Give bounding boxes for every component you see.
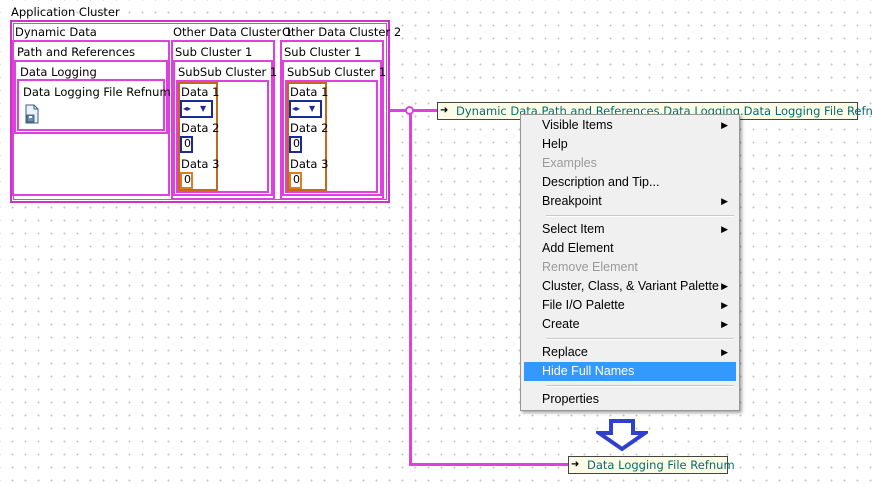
menu-item-breakpoint[interactable]: Breakpoint ▶ — [524, 192, 736, 211]
other-data-cluster-1-label: Other Data Cluster 1 — [173, 25, 293, 39]
other-data-cluster-2-label: Other Data Cluster 2 — [282, 25, 402, 39]
submenu-arrow-icon: ▶ — [721, 347, 728, 357]
sub-cluster-1-label-a: Sub Cluster 1 — [175, 45, 253, 59]
menu-item-label: Cluster, Class, & Variant Palette — [542, 279, 719, 293]
menu-item-label: Replace — [542, 345, 588, 359]
menu-item-hide-full-names[interactable]: Hide Full Names — [524, 362, 736, 381]
menu-item-help[interactable]: Help — [524, 135, 736, 154]
menu-item-examples: Examples — [524, 154, 736, 173]
right-arrow-icon: ➜ — [571, 459, 580, 470]
path-and-references-label: Path and References — [17, 45, 136, 59]
data-logging-file-refnum-label: Data Logging File Refnum — [23, 85, 171, 99]
menu-separator — [546, 215, 734, 217]
menu-item-label: File I/O Palette — [542, 298, 625, 312]
menu-item-label: Description and Tip... — [542, 175, 660, 189]
increment-decrement-icon: ◂▸ — [183, 104, 192, 113]
dropdown-arrow-icon: ▼ — [200, 104, 207, 113]
menu-item-create[interactable]: Create ▶ — [524, 315, 736, 334]
wire-junction-dot — [405, 106, 414, 115]
data-1-label-a: Data 1 — [181, 85, 220, 99]
submenu-arrow-icon: ▶ — [721, 120, 728, 130]
increment-decrement-icon: ◂▸ — [292, 104, 301, 113]
menu-item-remove-element: Remove Element — [524, 258, 736, 277]
submenu-arrow-icon: ▶ — [721, 319, 728, 329]
menu-item-select-item[interactable]: Select Item ▶ — [524, 220, 736, 239]
menu-item-label: Add Element — [542, 241, 614, 255]
data-1-label-b: Data 1 — [290, 85, 329, 99]
data-3-numeric-a[interactable]: 0 — [180, 172, 193, 189]
cluster-wire-top[interactable] — [390, 109, 438, 112]
menu-item-visible-items[interactable]: Visible Items ▶ — [524, 116, 736, 135]
app-cluster-title: Application Cluster — [11, 5, 120, 19]
menu-item-label: Create — [542, 317, 580, 331]
menu-item-add-element[interactable]: Add Element — [524, 239, 736, 258]
unbundle-by-name-short[interactable]: ➜ Data Logging File Refnum — [568, 456, 735, 474]
unbundle-short-label: Data Logging File Refnum — [587, 458, 735, 472]
right-arrow-icon: ➜ — [440, 105, 449, 116]
menu-item-label: Hide Full Names — [542, 364, 635, 378]
dynamic-data-label: Dynamic Data — [15, 25, 97, 39]
menu-item-label: Remove Element — [542, 260, 638, 274]
menu-item-file-io-palette[interactable]: File I/O Palette ▶ — [524, 296, 736, 315]
file-refnum-icon[interactable] — [24, 104, 40, 124]
menu-separator — [546, 338, 734, 340]
submenu-arrow-icon: ▶ — [721, 196, 728, 206]
sub-cluster-1-label-b: Sub Cluster 1 — [284, 45, 362, 59]
data-1-enum-b[interactable]: ◂▸ ▼ — [289, 100, 322, 118]
menu-item-label: Visible Items — [542, 118, 613, 132]
menu-item-properties[interactable]: Properties — [524, 390, 736, 409]
menu-item-cluster-class-variant-palette[interactable]: Cluster, Class, & Variant Palette ▶ — [524, 277, 736, 296]
menu-item-label: Help — [542, 137, 568, 151]
menu-separator — [546, 385, 734, 387]
menu-item-replace[interactable]: Replace ▶ — [524, 343, 736, 362]
cluster-wire-vertical[interactable] — [409, 109, 412, 466]
submenu-arrow-icon: ▶ — [721, 300, 728, 310]
data-3-label-b: Data 3 — [290, 157, 329, 171]
data-2-label-a: Data 2 — [181, 121, 220, 135]
cluster-wire-bottom[interactable] — [409, 463, 569, 466]
menu-item-label: Examples — [542, 156, 597, 170]
dropdown-arrow-icon: ▼ — [309, 104, 316, 113]
data-logging-label: Data Logging — [20, 65, 97, 79]
data-1-enum-a[interactable]: ◂▸ ▼ — [180, 100, 213, 118]
data-3-label-a: Data 3 — [181, 157, 220, 171]
menu-item-label: Breakpoint — [542, 194, 602, 208]
menu-item-description-and-tip[interactable]: Description and Tip... — [524, 173, 736, 192]
subsub-cluster-1-label-b: SubSub Cluster 1 — [287, 65, 387, 79]
submenu-arrow-icon: ▶ — [721, 224, 728, 234]
menu-item-label: Select Item — [542, 222, 605, 236]
subsub-cluster-1-label-a: SubSub Cluster 1 — [178, 65, 278, 79]
submenu-arrow-icon: ▶ — [721, 281, 728, 291]
data-2-numeric-b[interactable]: 0 — [289, 136, 302, 153]
context-menu[interactable]: Visible Items ▶ Help Examples Description… — [520, 114, 740, 411]
menu-item-label: Properties — [542, 392, 599, 406]
data-2-numeric-a[interactable]: 0 — [180, 136, 193, 153]
data-3-numeric-b[interactable]: 0 — [289, 172, 302, 189]
down-arrow-icon — [592, 418, 652, 452]
data-2-label-b: Data 2 — [290, 121, 329, 135]
